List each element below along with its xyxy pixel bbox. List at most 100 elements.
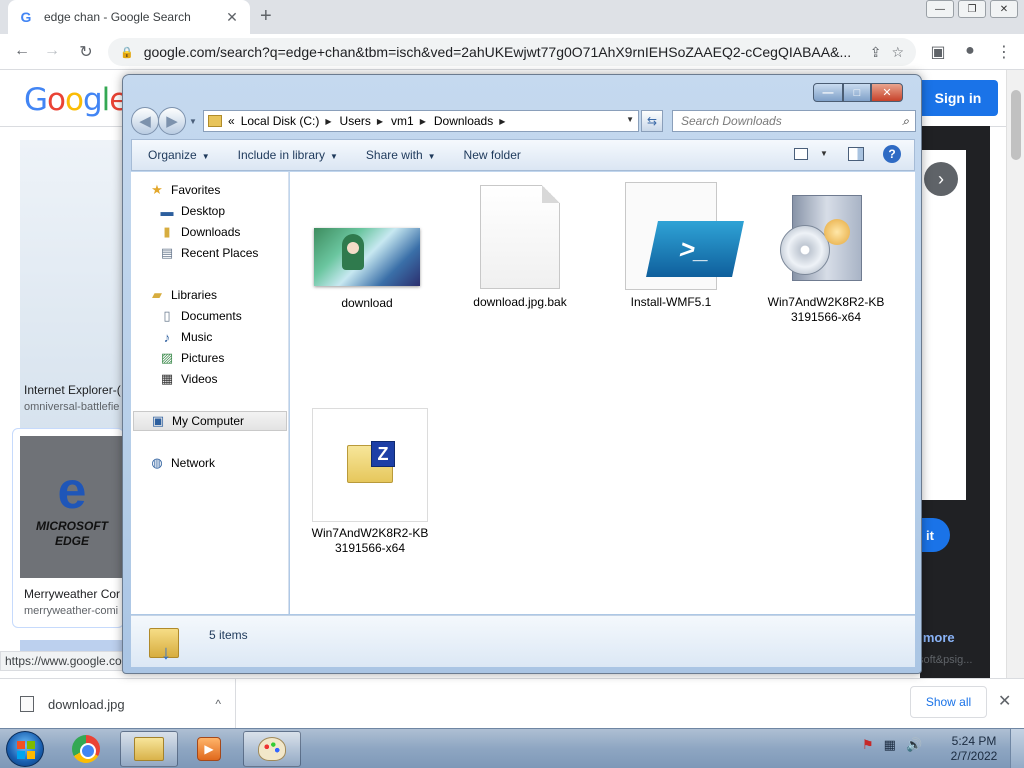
- browser-close-button[interactable]: ✕: [990, 0, 1018, 18]
- reload-icon[interactable]: ↻: [76, 42, 96, 62]
- result-image-2[interactable]: e MICROSOFT EDGE: [20, 436, 124, 578]
- nav-favorites[interactable]: ★ Favorites: [149, 180, 220, 200]
- browser-minimize-button[interactable]: —: [926, 0, 954, 18]
- breadcrumb-separator-icon[interactable]: ▶: [377, 117, 383, 126]
- file-image-icon: [20, 696, 34, 712]
- result-caption-1[interactable]: Internet Explorer-(: [24, 383, 121, 397]
- profile-avatar-icon[interactable]: ●: [960, 42, 980, 60]
- chevron-up-icon[interactable]: ^: [215, 697, 221, 711]
- address-bar[interactable]: 🔒 google.com/search?q=edge+chan&tbm=isch…: [108, 38, 916, 66]
- sign-in-button[interactable]: Sign in: [918, 80, 998, 116]
- file-name-line2: 3191566-x64: [334, 541, 406, 555]
- new-tab-button[interactable]: +: [260, 5, 272, 28]
- page-scrollbar[interactable]: [1006, 70, 1024, 678]
- file-name: download: [341, 296, 393, 310]
- result-caption-2[interactable]: Merryweather Cor: [24, 587, 120, 601]
- breadcrumb-local-disk[interactable]: Local Disk (C:): [241, 114, 320, 128]
- new-folder-button[interactable]: New folder: [464, 148, 521, 162]
- nav-downloads[interactable]: ▮ Downloads: [159, 222, 240, 242]
- taskbar-explorer[interactable]: [120, 731, 178, 767]
- include-in-library-menu[interactable]: Include in library ▼: [238, 148, 338, 162]
- organize-menu[interactable]: Organize ▼: [148, 148, 210, 162]
- file-item-install-wmf[interactable]: >_ Install-WMF5.1: [611, 182, 744, 310]
- zip-folder-icon: Z: [312, 408, 428, 522]
- breadcrumb-users[interactable]: Users: [340, 114, 371, 128]
- nav-videos[interactable]: ▦ Videos: [159, 369, 218, 389]
- help-icon[interactable]: ?: [883, 145, 901, 163]
- scrollbar-thumb[interactable]: [1011, 90, 1021, 160]
- search-icon[interactable]: ⌕: [902, 114, 909, 129]
- change-view-icon[interactable]: [794, 148, 808, 160]
- file-name: download.jpg.bak: [473, 295, 567, 309]
- nav-network[interactable]: ◍ Network: [149, 453, 215, 473]
- nav-label: Documents: [181, 309, 242, 323]
- back-arrow-icon[interactable]: ←: [12, 42, 32, 60]
- downloads-folder-icon: ↓: [149, 624, 183, 664]
- file-item-download[interactable]: download: [307, 228, 427, 311]
- system-tray: ⚑ ▦ 🔊: [862, 737, 922, 753]
- file-item-installer[interactable]: Win7AndW2K8R2-KB 3191566-x64: [766, 185, 886, 325]
- explorer-window[interactable]: — □ ✕ ◀ ▶ ▼ « Local Disk (C:) ▶ Users ▶ vm…: [122, 74, 922, 674]
- show-desktop-button[interactable]: [1010, 729, 1024, 768]
- share-with-menu[interactable]: Share with ▼: [366, 148, 436, 162]
- recent-pages-chevron-icon[interactable]: ▼: [189, 117, 197, 126]
- close-download-shelf-icon[interactable]: ✕: [998, 691, 1011, 711]
- installer-box-icon: [776, 185, 876, 289]
- chrome-menu-icon[interactable]: ⋮: [994, 42, 1014, 62]
- taskbar-clock[interactable]: 5:24 PM 2/7/2022: [946, 734, 1002, 764]
- start-button[interactable]: [6, 731, 44, 767]
- explorer-address-bar[interactable]: « Local Disk (C:) ▶ Users ▶ vm1 ▶ Downloads…: [203, 110, 639, 132]
- google-logo[interactable]: Google: [24, 82, 128, 118]
- forward-arrow-icon[interactable]: →: [42, 42, 62, 60]
- show-all-button[interactable]: Show all: [910, 686, 987, 718]
- explorer-minimize-button[interactable]: —: [813, 83, 843, 102]
- nav-my-computer[interactable]: ▣ My Computer: [133, 411, 287, 431]
- file-item-zip[interactable]: Z Win7AndW2K8R2-KB 3191566-x64: [310, 408, 430, 556]
- result-source-1[interactable]: omniversal-battlefie: [24, 401, 119, 413]
- nav-libraries[interactable]: ▰ Libraries: [149, 285, 217, 305]
- tab-close-icon[interactable]: ✕: [224, 9, 240, 26]
- logo-letter: o: [65, 82, 84, 118]
- forward-arrow-icon[interactable]: ▶: [158, 107, 186, 135]
- file-item-download-bak[interactable]: download.jpg.bak: [460, 185, 580, 310]
- explorer-close-button[interactable]: ✕: [871, 83, 903, 102]
- taskbar-chrome[interactable]: [57, 731, 115, 767]
- browser-tab[interactable]: G edge chan - Google Search ✕: [8, 0, 250, 34]
- preview-pane-icon[interactable]: [848, 147, 864, 161]
- action-center-icon[interactable]: ⚑: [862, 737, 874, 753]
- nav-music[interactable]: ♪ Music: [159, 327, 213, 347]
- breadcrumb-separator-icon[interactable]: ▶: [420, 117, 426, 126]
- nav-desktop[interactable]: ▬ Desktop: [159, 201, 226, 221]
- breadcrumb-separator-icon[interactable]: ▶: [325, 117, 331, 126]
- bookmark-star-icon[interactable]: ☆: [891, 44, 904, 61]
- address-dropdown-icon[interactable]: ▼: [626, 115, 634, 124]
- breadcrumb-separator-icon[interactable]: ▶: [499, 117, 505, 126]
- explorer-maximize-button[interactable]: □: [843, 83, 871, 102]
- network-icon[interactable]: ▦: [884, 737, 896, 753]
- nav-label: My Computer: [172, 414, 245, 428]
- breadcrumb-overflow[interactable]: «: [228, 114, 235, 128]
- download-item[interactable]: download.jpg ^: [0, 679, 236, 729]
- nav-label: Libraries: [171, 288, 218, 302]
- taskbar-paint[interactable]: [243, 731, 301, 767]
- breadcrumb-vm1[interactable]: vm1: [391, 114, 414, 128]
- back-arrow-icon[interactable]: ◀: [131, 107, 159, 135]
- next-arrow-icon[interactable]: ›: [924, 162, 958, 196]
- breadcrumb-downloads[interactable]: Downloads: [434, 114, 493, 128]
- nav-pictures[interactable]: ▨ Pictures: [159, 348, 225, 368]
- explorer-search-input[interactable]: Search Downloads ⌕: [672, 110, 916, 132]
- result-source-2[interactable]: merryweather-comi: [24, 605, 118, 617]
- preview-image[interactable]: [920, 150, 966, 500]
- browser-tabstrip: G edge chan - Google Search ✕ + — ❐ ✕: [0, 0, 1024, 34]
- side-panel-icon[interactable]: ▣: [928, 42, 948, 62]
- recent-places-icon: ▤: [160, 245, 174, 260]
- chevron-down-icon: ▼: [201, 152, 210, 161]
- nav-recent-places[interactable]: ▤ Recent Places: [159, 243, 259, 263]
- refresh-icon[interactable]: ⇆: [641, 110, 663, 132]
- view-options-chevron-icon[interactable]: ▼: [820, 149, 828, 158]
- share-icon[interactable]: ⇪: [870, 44, 882, 61]
- browser-restore-button[interactable]: ❐: [958, 0, 986, 18]
- volume-icon[interactable]: 🔊: [906, 737, 922, 753]
- nav-documents[interactable]: ▯ Documents: [159, 306, 242, 326]
- taskbar-media-player[interactable]: ▶: [180, 731, 238, 767]
